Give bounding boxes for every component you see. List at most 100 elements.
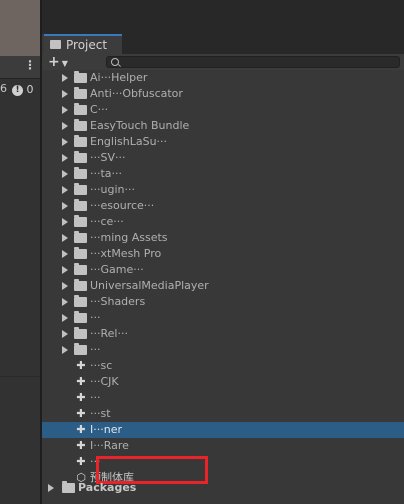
- tree-item-label: ···xtMesh Pro: [90, 247, 162, 260]
- dock-background: [42, 0, 404, 34]
- tree-item-label: EasyTouch Bundle: [90, 119, 190, 132]
- chevron-down-icon: ▼: [61, 59, 68, 68]
- folder-icon: [74, 263, 87, 275]
- plus-icon: +: [48, 54, 60, 70]
- folder-icon: [74, 87, 87, 99]
- folder-icon: [50, 40, 61, 49]
- tree-item[interactable]: ···Shaders: [42, 294, 404, 310]
- tab-project[interactable]: Project: [44, 34, 122, 54]
- tree-item-label: EnglishLaSu···: [90, 135, 168, 148]
- chevron-right-icon[interactable]: [62, 90, 68, 98]
- asset-icon: ✚: [76, 375, 86, 388]
- folder-icon: [74, 215, 87, 227]
- tree-item[interactable]: ✚ ···CJK: [42, 374, 404, 390]
- chevron-right-icon[interactable]: [62, 282, 68, 290]
- chevron-right-icon[interactable]: [62, 346, 68, 354]
- tree-item-label: C···: [90, 103, 109, 116]
- tree-item-label: ···ugin···: [90, 183, 135, 196]
- tree-item-label: UniversalMediaPlayer: [90, 279, 209, 292]
- tree-item[interactable]: ···esource···: [42, 198, 404, 214]
- chevron-right-icon[interactable]: [62, 154, 68, 162]
- folder-icon: [74, 327, 87, 339]
- chevron-right-icon[interactable]: [62, 186, 68, 194]
- chevron-right-icon[interactable]: [62, 234, 68, 242]
- tree-item-label: ···Rel···: [90, 327, 128, 340]
- chevron-right-icon[interactable]: [62, 170, 68, 178]
- search-input[interactable]: [123, 57, 393, 67]
- folder-icon: [74, 295, 87, 307]
- tree-item-label: ···CJK: [90, 375, 119, 388]
- chevron-right-icon[interactable]: [62, 298, 68, 306]
- folder-icon: [74, 167, 87, 179]
- folder-icon: [74, 119, 87, 131]
- asset-icon: ✚: [76, 455, 86, 468]
- tree-item[interactable]: UniversalMediaPlayer: [42, 278, 404, 294]
- chevron-right-icon[interactable]: [62, 314, 68, 322]
- chevron-right-icon[interactable]: [62, 202, 68, 210]
- scene-view-thumbnail: [0, 0, 40, 56]
- tree-item-label: Packages: [78, 481, 137, 494]
- folder-icon: [74, 103, 87, 115]
- chevron-right-icon[interactable]: [62, 330, 68, 338]
- tree-item[interactable]: Ai···Helper: [42, 70, 404, 86]
- info-count: 0: [26, 83, 34, 96]
- project-window: Project + ▼ Ai···Helper Anti···Obfuscator C…: [42, 0, 404, 504]
- tree-item[interactable]: EasyTouch Bundle: [42, 118, 404, 134]
- tree-item[interactable]: EnglishLaSu···: [42, 134, 404, 150]
- tree-item-label: ···ta···: [90, 167, 123, 180]
- tree-item-packages[interactable]: Packages: [42, 480, 404, 496]
- folder-icon: [74, 71, 87, 83]
- tree-item[interactable]: ✚ I···Rare: [42, 438, 404, 454]
- count-label: 6: [0, 82, 7, 95]
- search-icon: [111, 58, 119, 66]
- chevron-right-icon[interactable]: [62, 74, 68, 82]
- info-badge[interactable]: ! 0: [12, 83, 38, 97]
- tree-item-label: ···Shaders: [90, 295, 146, 308]
- tree-item-label: ···Game···: [90, 263, 144, 276]
- tree-item[interactable]: ✚ I···ner: [42, 422, 404, 438]
- tree-item-label: ···esource···: [90, 199, 155, 212]
- tree-item[interactable]: ···SV···: [42, 150, 404, 166]
- tree-item-label: ···: [90, 343, 101, 356]
- folder-icon: [74, 311, 87, 323]
- asset-icon: ✚: [76, 391, 86, 404]
- tree-item-label: I···ner: [90, 423, 122, 436]
- tree-item-label: ···: [90, 391, 101, 404]
- tree-item[interactable]: ✚ ···st: [42, 406, 404, 422]
- folder-icon: [74, 279, 87, 291]
- chevron-right-icon[interactable]: [62, 218, 68, 226]
- tree-item[interactable]: ···: [42, 342, 404, 358]
- tree-item[interactable]: Anti···Obfuscator: [42, 86, 404, 102]
- search-field[interactable]: [106, 56, 400, 68]
- tree-item[interactable]: ✚ ···: [42, 390, 404, 406]
- tree-item[interactable]: ···ta···: [42, 166, 404, 182]
- tree-item-label: ···sc: [90, 359, 113, 372]
- tree-item[interactable]: ···xtMesh Pro: [42, 246, 404, 262]
- exclamation-icon: !: [12, 84, 23, 96]
- tree-item-label: ···st: [90, 407, 111, 420]
- tree-item-label: I···Rare: [90, 439, 129, 452]
- folder-icon: [74, 199, 87, 211]
- asset-icon: ✚: [76, 439, 86, 452]
- chevron-right-icon[interactable]: [62, 122, 68, 130]
- divider: [0, 376, 40, 377]
- tree-item[interactable]: ···ce···: [42, 214, 404, 230]
- folder-icon: [74, 183, 87, 195]
- chevron-right-icon[interactable]: [62, 266, 68, 274]
- folder-icon: [62, 481, 75, 493]
- tree-item-label: ···: [90, 311, 101, 324]
- more-options-icon[interactable]: ⋮: [24, 58, 36, 72]
- tree-item[interactable]: ···ming Assets: [42, 230, 404, 246]
- tree-item[interactable]: ···Rel···: [42, 326, 404, 342]
- tree-item[interactable]: ✚ ···sc: [42, 358, 404, 374]
- chevron-right-icon[interactable]: [62, 138, 68, 146]
- tree-item[interactable]: C···: [42, 102, 404, 118]
- chevron-right-icon[interactable]: [62, 106, 68, 114]
- tree-item[interactable]: ···Game···: [42, 262, 404, 278]
- tree-item-label: Anti···Obfuscator: [90, 87, 183, 100]
- tree-item[interactable]: ···ugin···: [42, 182, 404, 198]
- tree-item[interactable]: ···: [42, 310, 404, 326]
- chevron-right-icon[interactable]: [62, 250, 68, 258]
- asset-icon: ✚: [76, 407, 86, 420]
- chevron-right-icon[interactable]: [48, 484, 54, 492]
